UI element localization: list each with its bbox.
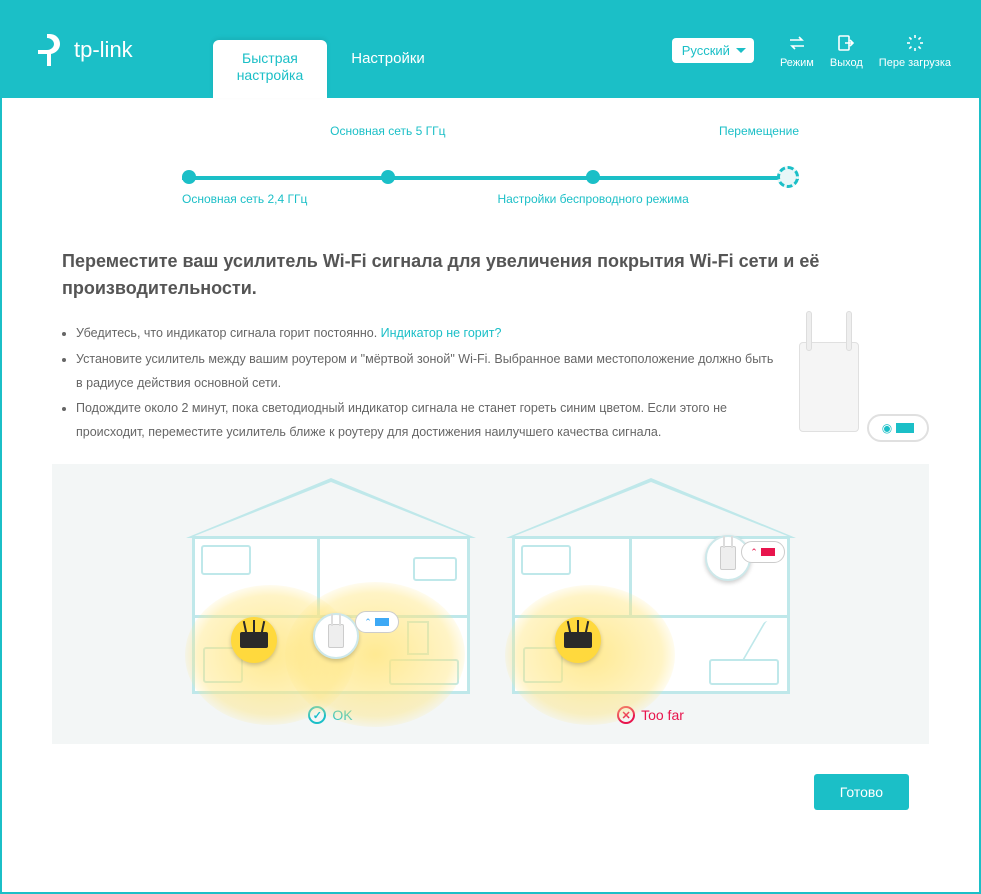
wifi-icon: ◉ bbox=[882, 421, 892, 435]
instruction-list: Убедитесь, что индикатор сигнала горит п… bbox=[52, 322, 779, 452]
done-button[interactable]: Готово bbox=[814, 774, 909, 810]
router-icon bbox=[231, 617, 277, 663]
extender-icon bbox=[313, 613, 359, 659]
tab-quick-setup[interactable]: Быстрая настройка bbox=[213, 40, 328, 98]
step-2: Основная сеть 5 ГГц bbox=[387, 148, 388, 188]
step-4: Перемещение bbox=[798, 148, 799, 188]
reload-icon bbox=[904, 32, 926, 54]
language-select[interactable]: Русский bbox=[672, 38, 754, 63]
house-too-far: ⌃ ✕Too far bbox=[506, 484, 796, 724]
app-header: tp-link Быстрая настройка Настройки Русс… bbox=[2, 2, 979, 98]
tplink-logo-icon bbox=[32, 32, 68, 68]
page-title: Переместите ваш усилитель Wi-Fi сигнала … bbox=[62, 248, 919, 302]
indicator-help-link[interactable]: Индикатор не горит? bbox=[381, 326, 502, 340]
wifi-icon: ⌃ bbox=[364, 617, 372, 628]
signal-badge: ◉ bbox=[867, 414, 929, 442]
reload-button[interactable]: Пере загрузка bbox=[879, 32, 951, 69]
house-ok: ⌃ ✓OK bbox=[186, 484, 476, 724]
mode-icon bbox=[786, 32, 808, 54]
step-1: Основная сеть 2,4 ГГц bbox=[182, 148, 183, 188]
brand-text: tp-link bbox=[74, 37, 133, 63]
wifi-icon: ⌃ bbox=[750, 547, 758, 558]
setup-stepper: Основная сеть 2,4 ГГц Основная сеть 5 ГГ… bbox=[182, 148, 799, 188]
step-3: Настройки беспроводного режима bbox=[593, 148, 594, 188]
brand-logo: tp-link bbox=[32, 32, 133, 68]
footer-actions: Готово bbox=[52, 756, 929, 830]
placement-diagram: ⌃ ✓OK ⌃ ✕Too bbox=[52, 464, 929, 744]
exit-button[interactable]: Выход bbox=[830, 32, 863, 69]
instruction-item: Подождите около 2 минут, пока светодиодн… bbox=[76, 397, 779, 445]
main-tabs: Быстрая настройка Настройки bbox=[213, 40, 449, 98]
signal-bad-badge: ⌃ bbox=[741, 541, 785, 563]
router-icon bbox=[555, 617, 601, 663]
instruction-item: Убедитесь, что индикатор сигнала горит п… bbox=[76, 322, 779, 346]
signal-good-badge: ⌃ bbox=[355, 611, 399, 633]
mode-button[interactable]: Режим bbox=[780, 32, 814, 69]
exit-icon bbox=[835, 32, 857, 54]
extender-illustration: ◉ bbox=[789, 322, 929, 452]
content-area: Основная сеть 2,4 ГГц Основная сеть 5 ГГ… bbox=[2, 98, 979, 830]
instruction-item: Установите усилитель между вашим роутеро… bbox=[76, 348, 779, 396]
tab-settings[interactable]: Настройки bbox=[327, 40, 449, 98]
